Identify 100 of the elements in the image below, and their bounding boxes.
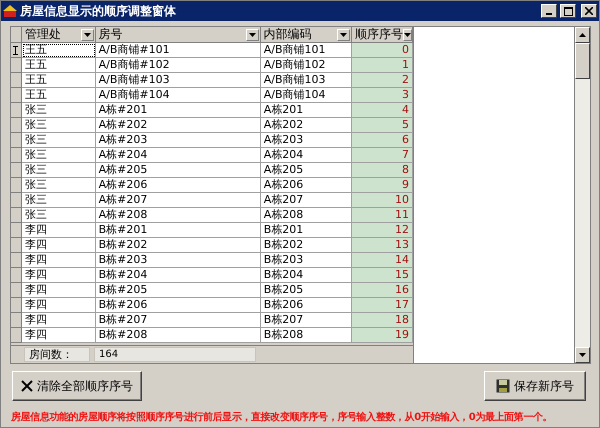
caret-icon (248, 32, 256, 36)
text-cursor-icon (13, 46, 18, 54)
scroll-up-icon[interactable] (579, 33, 586, 37)
clear-button[interactable]: 清除全部顺序序号 (12, 371, 142, 401)
order-number-cell[interactable]: 1 (352, 58, 414, 73)
order-number-cell[interactable]: 12 (352, 223, 414, 238)
column-header[interactable]: 顺序序号 (352, 27, 413, 43)
order-number-cell[interactable]: 16 (352, 283, 414, 298)
table-cell: 王五 (22, 73, 96, 88)
table-cell: 李四 (22, 313, 96, 328)
table-cell: 王五 (22, 88, 96, 103)
table-cell: B栋202 (260, 238, 352, 253)
house-icon (3, 4, 17, 18)
table-cell: 王五 (22, 58, 96, 73)
room-count-label: 房间数： (24, 347, 90, 362)
close-button[interactable] (581, 4, 597, 18)
order-number-cell[interactable]: 4 (352, 103, 414, 118)
dropdown-button[interactable] (403, 28, 412, 40)
table-cell: B栋204 (260, 268, 352, 283)
caret-icon (340, 32, 347, 36)
table-cell: A栋206 (260, 178, 352, 193)
order-number-cell[interactable]: 17 (352, 298, 414, 313)
order-number-cell[interactable]: 11 (352, 208, 414, 223)
table-cell: A栋201 (260, 103, 352, 118)
close-icon (21, 380, 33, 392)
table-cell: B栋#208 (96, 328, 261, 343)
order-number-cell[interactable]: 6 (352, 133, 414, 148)
caret-icon (404, 32, 411, 36)
table-cell: 李四 (22, 268, 96, 283)
column-header[interactable]: 管理处 (22, 27, 96, 43)
order-number-cell[interactable]: 15 (352, 268, 414, 283)
order-number-cell[interactable]: 3 (352, 88, 414, 103)
table-cell: B栋203 (260, 253, 352, 268)
table-cell: B栋#207 (96, 313, 261, 328)
table-cell: B栋#202 (96, 238, 261, 253)
table-cell: 张三 (22, 118, 96, 133)
close-icon (585, 7, 593, 15)
table-cell: B栋#206 (96, 298, 261, 313)
order-number-cell[interactable]: 10 (352, 193, 414, 208)
order-number-cell[interactable]: 8 (352, 163, 414, 178)
table-cell: B栋208 (260, 328, 352, 343)
table-cell: 张三 (22, 208, 96, 223)
table-cell: A/B商铺#103 (96, 73, 261, 88)
table-cell: A栋#205 (96, 163, 261, 178)
order-number-cell[interactable]: 7 (352, 148, 414, 163)
table-cell: A栋202 (260, 118, 352, 133)
dropdown-button[interactable] (80, 28, 94, 40)
order-number-cell[interactable]: 0 (352, 43, 414, 58)
table-cell: 张三 (22, 148, 96, 163)
table-cell: 张三 (22, 133, 96, 148)
table-cell: 李四 (22, 328, 96, 343)
table-cell: B栋#204 (96, 268, 261, 283)
table-cell: 张三 (22, 103, 96, 118)
order-number-cell[interactable]: 18 (352, 313, 414, 328)
table-cell: A栋203 (260, 133, 352, 148)
table-cell: 张三 (22, 178, 96, 193)
dropdown-button[interactable] (337, 28, 350, 40)
table-cell: B栋#203 (96, 253, 261, 268)
table-cell: 张三 (22, 163, 96, 178)
hint-text: 房屋信息功能的房屋顺序将按照顺序序号进行前后显示，直接改变顺序序号，序号输入整数，从0开始输入，0为最上面第一个。 (10, 410, 554, 424)
order-number-cell[interactable]: 13 (352, 238, 414, 253)
table-cell: B栋205 (260, 283, 352, 298)
table-cell: A栋208 (260, 208, 352, 223)
column-header[interactable]: 内部编码 (260, 27, 352, 43)
table-cell: A栋#208 (96, 208, 261, 223)
order-number-cell[interactable]: 9 (352, 178, 414, 193)
dropdown-button[interactable] (246, 28, 259, 40)
table-cell: A栋207 (260, 193, 352, 208)
table-cell: B栋201 (260, 223, 352, 238)
row-indicator[interactable] (11, 43, 22, 58)
table-cell: 李四 (22, 283, 96, 298)
scroll-down-icon[interactable] (579, 353, 586, 357)
table-cell: A/B商铺103 (260, 73, 352, 88)
table-cell: A/B商铺#104 (96, 88, 261, 103)
maximize-button[interactable] (560, 4, 576, 18)
maximize-icon (564, 6, 572, 16)
table-cell: 李四 (22, 223, 96, 238)
window-title: 房屋信息显示的顺序调整窗体 (20, 2, 177, 20)
table-cell: B栋207 (260, 313, 352, 328)
table-cell: B栋206 (260, 298, 352, 313)
table-cell: A/B商铺102 (260, 58, 352, 73)
scrollbar[interactable] (575, 26, 591, 364)
order-number-cell[interactable]: 5 (352, 118, 414, 133)
table-cell: A/B商铺#102 (96, 58, 261, 73)
scrollbar-thumb[interactable] (575, 43, 590, 79)
table-cell: A/B商铺#101 (96, 43, 261, 58)
table-cell: A栋205 (260, 163, 352, 178)
order-number-cell[interactable]: 2 (352, 73, 414, 88)
column-header[interactable]: 房号 (96, 27, 261, 43)
table-cell: 张三 (22, 193, 96, 208)
order-number-cell[interactable]: 14 (352, 253, 414, 268)
table-cell: 李四 (22, 298, 96, 313)
table-cell: A/B商铺101 (260, 43, 352, 58)
minimize-button[interactable] (541, 4, 557, 18)
table-cell: A栋204 (260, 148, 352, 163)
table-cell: A/B商铺104 (260, 88, 352, 103)
table-cell: B栋#205 (96, 283, 261, 298)
table-cell: A栋#207 (96, 193, 261, 208)
order-number-cell[interactable]: 19 (352, 328, 414, 343)
save-button[interactable]: 保存新序号 (484, 371, 586, 401)
